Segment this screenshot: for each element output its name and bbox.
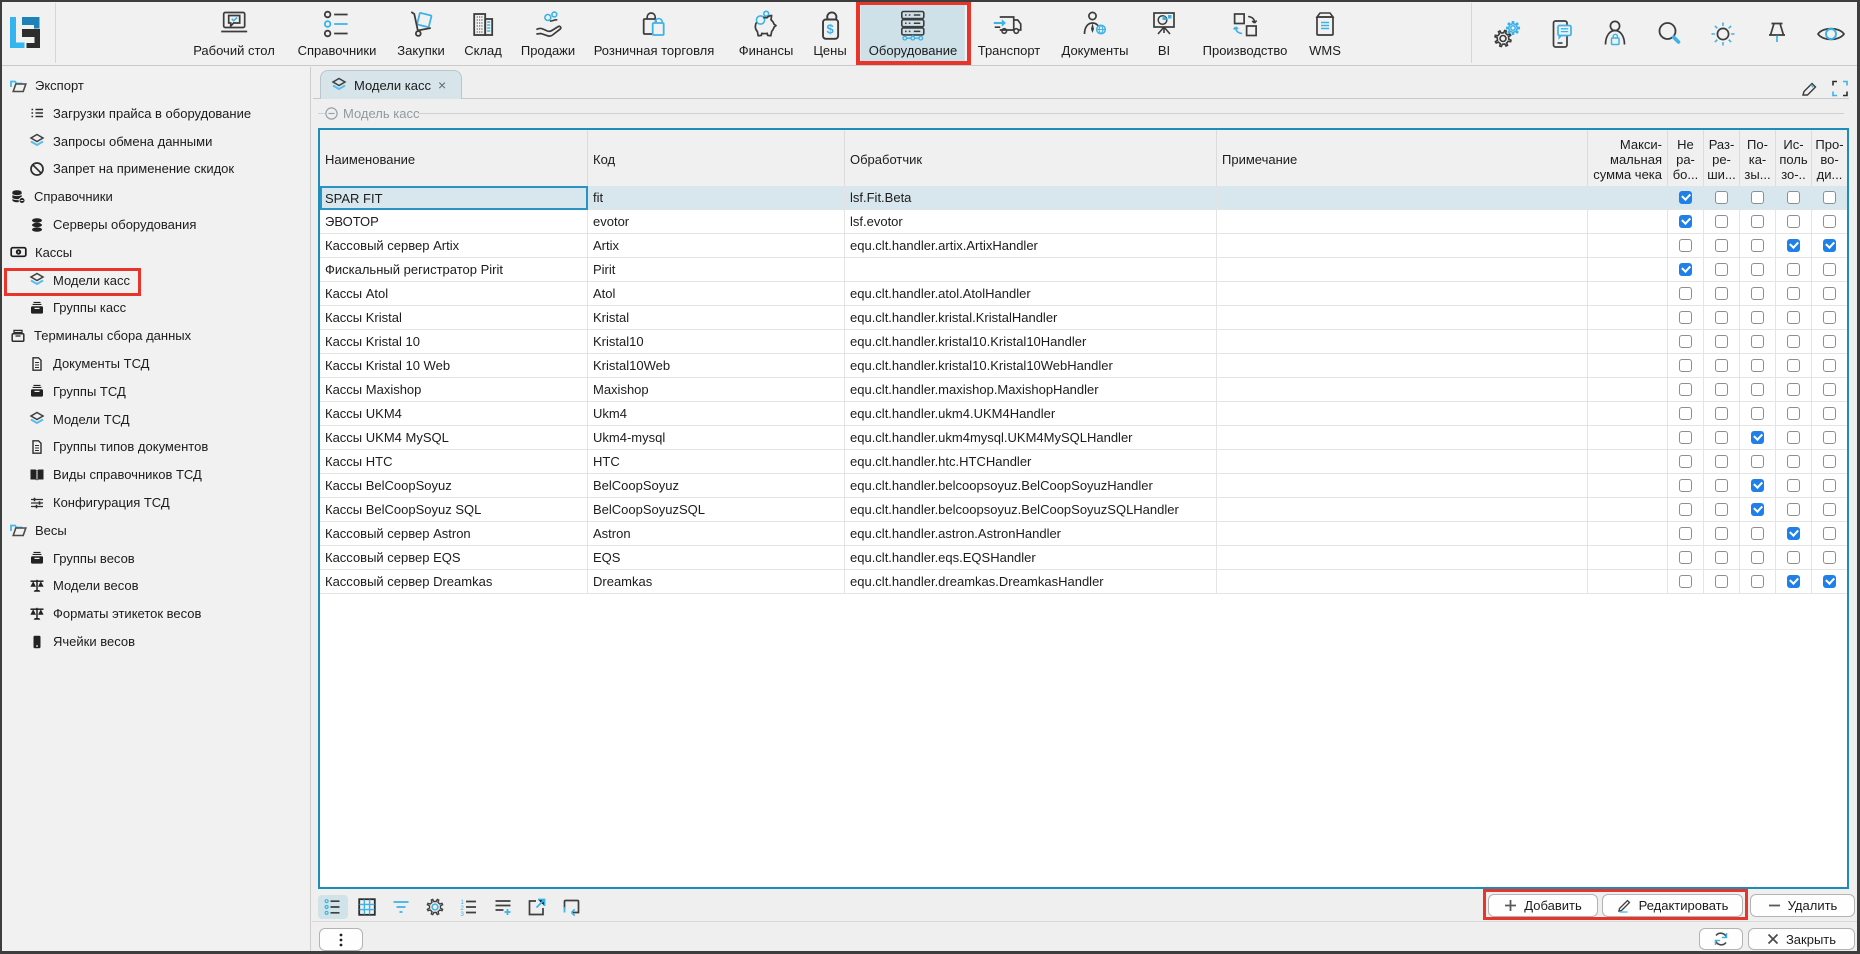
svg-text:$: $ bbox=[826, 22, 834, 37]
svg-text:3: 3 bbox=[461, 912, 465, 917]
